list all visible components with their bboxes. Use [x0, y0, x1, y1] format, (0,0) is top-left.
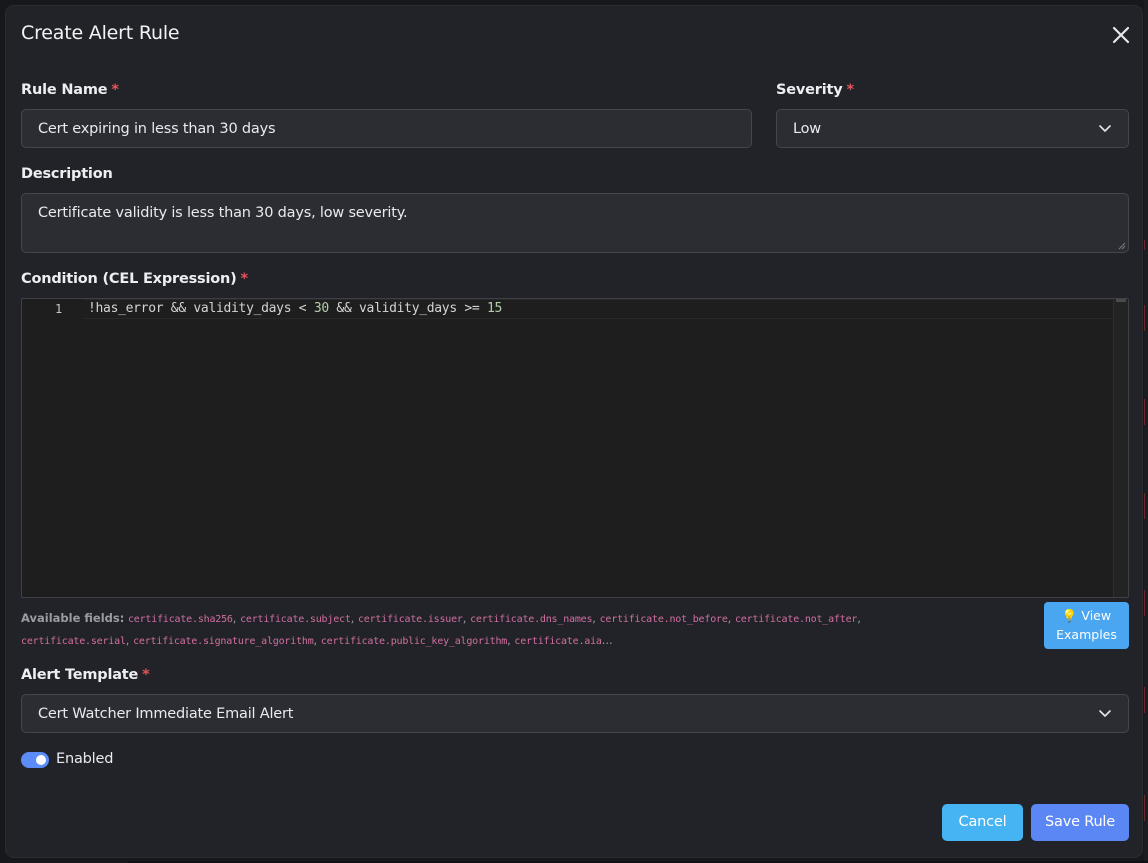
editor-scrollbar[interactable]	[1113, 299, 1128, 597]
code-token: validity_days	[193, 301, 292, 316]
view-examples-label-line2: Examples	[1056, 627, 1117, 642]
field-name: certificate.sha256	[127, 614, 233, 625]
alert-template-value: Cert Watcher Immediate Email Alert	[38, 706, 294, 722]
backdrop-mark	[1144, 795, 1148, 821]
field-name: certificate.serial	[21, 636, 126, 647]
severity-label-text: Severity	[776, 82, 843, 98]
close-icon	[1112, 26, 1130, 44]
required-marker: *	[111, 82, 119, 98]
available-fields-help: Available fields: certificate.sha256, ce…	[21, 611, 861, 647]
enabled-toggle[interactable]	[21, 752, 49, 768]
code-token: 15	[486, 301, 503, 316]
available-fields-label: Available fields:	[21, 611, 125, 625]
condition-label: Condition (CEL Expression) *	[21, 271, 248, 287]
save-rule-button[interactable]: Save Rule	[1031, 804, 1129, 841]
description-value: Certificate validity is less than 30 day…	[38, 205, 408, 221]
code-token: &&	[328, 301, 360, 316]
backdrop-mark	[1144, 687, 1148, 713]
enabled-label: Enabled	[56, 751, 114, 767]
field-name: certificate.not_before	[599, 614, 728, 625]
required-marker: *	[846, 82, 854, 98]
scrollbar-thumb[interactable]	[1116, 299, 1126, 302]
code-token: &&	[163, 301, 194, 316]
create-alert-rule-dialog: Create Alert Rule Rule Name * Cert expiri…	[6, 6, 1142, 857]
ellipsis: ...	[601, 633, 613, 647]
chevron-down-icon	[1099, 710, 1111, 717]
rule-name-label: Rule Name *	[21, 82, 119, 98]
backdrop-mark	[1144, 399, 1148, 425]
backdrop-mark	[1144, 493, 1148, 519]
alert-template-label: Alert Template *	[21, 667, 150, 683]
condition-label-text: Condition (CEL Expression)	[21, 271, 237, 287]
code-token: !has_error	[88, 301, 164, 316]
code-token: validity_days	[359, 301, 457, 316]
description-textarea[interactable]: Certificate validity is less than 30 day…	[21, 193, 1129, 253]
view-examples-button[interactable]: 💡 View Examples	[1044, 602, 1129, 649]
line-number: 1	[55, 302, 63, 316]
field-name: certificate.not_after	[734, 614, 858, 625]
description-label: Description	[21, 166, 113, 182]
code-token: <	[291, 301, 314, 316]
backdrop-mark	[1144, 240, 1148, 250]
rule-name-label-text: Rule Name	[21, 82, 108, 98]
rule-name-value: Cert expiring in less than 30 days	[38, 121, 276, 137]
alert-template-label-text: Alert Template	[21, 667, 139, 683]
close-button[interactable]	[1109, 23, 1133, 47]
chevron-down-icon	[1099, 125, 1111, 132]
code-token: 30	[313, 301, 329, 316]
severity-select[interactable]: Low	[776, 109, 1129, 148]
toggle-knob	[36, 755, 46, 765]
code-line[interactable]: !has_error && validity_days < 30 && vali…	[88, 301, 502, 316]
backdrop-mark	[1144, 305, 1148, 331]
alert-template-select[interactable]: Cert Watcher Immediate Email Alert	[21, 694, 1129, 733]
severity-label: Severity *	[776, 82, 854, 98]
field-name: certificate.issuer	[357, 614, 463, 625]
severity-value: Low	[793, 121, 821, 137]
cancel-button[interactable]: Cancel	[942, 804, 1023, 841]
rule-name-input[interactable]: Cert expiring in less than 30 days	[21, 109, 752, 148]
code-token: >=	[456, 301, 487, 316]
field-name: certificate.aia	[514, 636, 602, 647]
view-examples-label-line1: 💡 View	[1061, 608, 1112, 623]
required-marker: *	[240, 271, 249, 287]
cel-code-editor[interactable]: 1 !has_error && validity_days < 30 && va…	[21, 298, 1129, 598]
dialog-title: Create Alert Rule	[21, 22, 180, 44]
field-name: certificate.signature_algorithm	[133, 636, 314, 647]
field-name: certificate.dns_names	[470, 614, 593, 625]
backdrop-mark	[1144, 590, 1148, 616]
field-name: certificate.public_key_algorithm	[320, 636, 508, 647]
required-marker: *	[142, 667, 150, 683]
resize-grip-icon[interactable]	[1118, 242, 1126, 250]
field-name: certificate.subject	[240, 614, 351, 625]
backdrop	[1144, 0, 1148, 863]
